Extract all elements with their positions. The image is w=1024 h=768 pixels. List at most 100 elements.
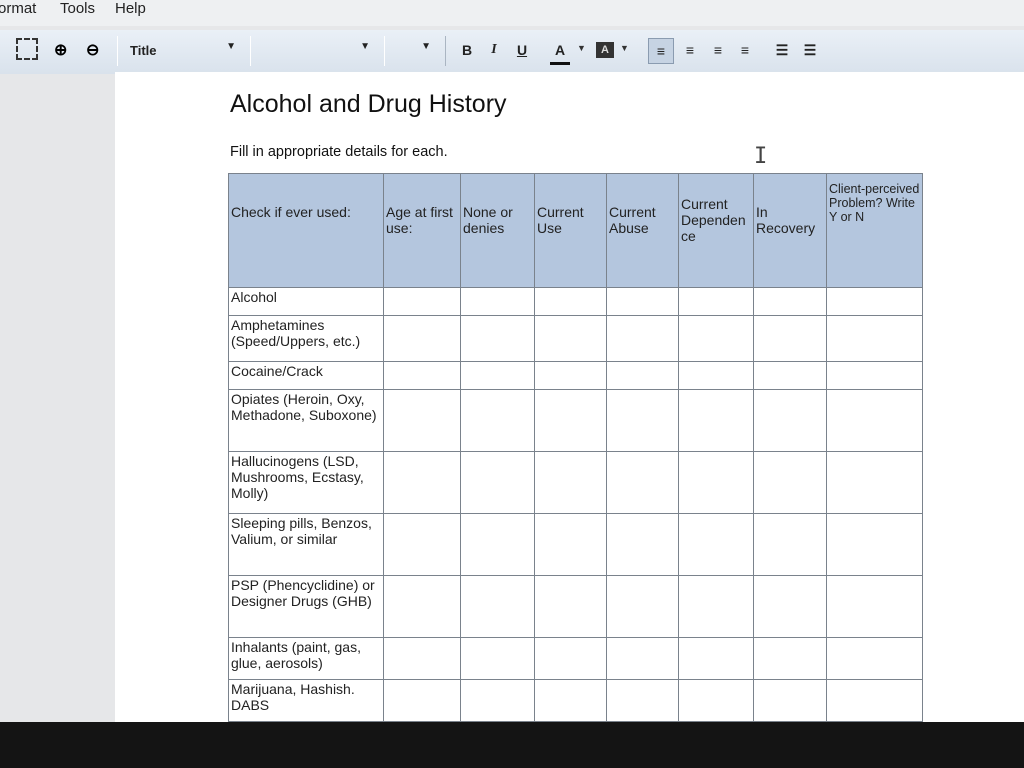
table-cell[interactable]: [460, 389, 535, 452]
table-cell[interactable]: [460, 361, 535, 390]
zoom-in-icon[interactable]: ⊕: [54, 40, 67, 60]
table-cell[interactable]: [753, 575, 827, 638]
bullet-list-icon[interactable]: ☰: [798, 38, 822, 62]
substance-name: Sleeping pills, Benzos, Valium, or simil…: [228, 513, 384, 576]
underline-button[interactable]: U: [510, 38, 534, 62]
table-cell[interactable]: [678, 389, 754, 452]
font-dropdown[interactable]: ▼: [250, 36, 385, 66]
table-cell[interactable]: [460, 679, 535, 722]
table-cell[interactable]: [383, 389, 461, 452]
align-center-icon[interactable]: ≡: [678, 38, 702, 62]
table-cell[interactable]: [460, 575, 535, 638]
table-cell[interactable]: [606, 679, 679, 722]
table-cell[interactable]: [606, 637, 679, 680]
font-color-button[interactable]: A: [550, 38, 570, 65]
chevron-down-icon[interactable]: ▼: [620, 43, 629, 53]
table-cell[interactable]: [383, 451, 461, 514]
highlight-button[interactable]: A: [596, 42, 614, 58]
table-cell[interactable]: [606, 451, 679, 514]
table-cell[interactable]: [678, 513, 754, 576]
table-cell[interactable]: [678, 287, 754, 316]
table-cell[interactable]: [383, 679, 461, 722]
table-cell[interactable]: [460, 287, 535, 316]
table-cell[interactable]: [678, 575, 754, 638]
chevron-down-icon[interactable]: ▼: [577, 43, 586, 53]
table-cell[interactable]: [606, 389, 679, 452]
frame-select-icon[interactable]: [16, 38, 38, 60]
document-page[interactable]: Alcohol and Drug History Fill in appropr…: [115, 72, 1024, 722]
align-right-icon[interactable]: ≡: [706, 38, 730, 62]
table-cell[interactable]: [460, 315, 535, 362]
table-cell[interactable]: [383, 361, 461, 390]
font-size-dropdown[interactable]: ▼: [384, 36, 446, 66]
drug-history-table[interactable]: Check if ever used: Age at first use: No…: [228, 173, 923, 722]
menu-tools[interactable]: Tools: [60, 0, 95, 17]
table-cell[interactable]: [606, 575, 679, 638]
header-in-recovery: In Recovery: [753, 173, 827, 288]
table-row: Opiates (Heroin, Oxy, Methadone, Suboxon…: [228, 389, 923, 452]
table-cell[interactable]: [383, 575, 461, 638]
chevron-down-icon: ▼: [421, 41, 431, 52]
table-cell[interactable]: [753, 315, 827, 362]
substance-name: Cocaine/Crack: [228, 361, 384, 390]
table-cell[interactable]: [678, 451, 754, 514]
substance-name: Hallucinogens (LSD, Mushrooms, Ecstasy, …: [228, 451, 384, 514]
table-cell[interactable]: [383, 315, 461, 362]
table-cell[interactable]: [534, 389, 607, 452]
table-cell[interactable]: [826, 361, 923, 390]
align-justify-icon[interactable]: ≡: [733, 38, 757, 62]
substance-name: Amphetamines (Speed/Uppers, etc.): [228, 315, 384, 362]
table-cell[interactable]: [460, 637, 535, 680]
table-cell[interactable]: [753, 513, 827, 576]
table-cell[interactable]: [383, 513, 461, 576]
table-cell[interactable]: [534, 451, 607, 514]
table-cell[interactable]: [678, 315, 754, 362]
table-cell[interactable]: [753, 451, 827, 514]
table-cell[interactable]: [606, 315, 679, 362]
table-cell[interactable]: [460, 513, 535, 576]
table-cell[interactable]: [383, 637, 461, 680]
table-cell[interactable]: [383, 287, 461, 316]
zoom-out-icon[interactable]: ⊖: [86, 40, 99, 60]
table-row: Alcohol: [228, 287, 923, 316]
italic-button[interactable]: I: [482, 38, 506, 62]
table-cell[interactable]: [826, 679, 923, 722]
table-cell[interactable]: [678, 361, 754, 390]
table-cell[interactable]: [826, 513, 923, 576]
table-row: Marijuana, Hashish. DABS: [228, 679, 923, 722]
table-cell[interactable]: [753, 637, 827, 680]
table-cell[interactable]: [534, 679, 607, 722]
bold-button[interactable]: B: [455, 38, 479, 62]
table-cell[interactable]: [826, 287, 923, 316]
table-cell[interactable]: [753, 287, 827, 316]
table-cell[interactable]: [826, 389, 923, 452]
table-cell[interactable]: [606, 287, 679, 316]
header-current-use: Current Use: [534, 173, 607, 288]
table-cell[interactable]: [753, 389, 827, 452]
align-left-icon[interactable]: ≡: [648, 38, 674, 64]
table-cell[interactable]: [678, 637, 754, 680]
numbered-list-icon[interactable]: ☰: [770, 38, 794, 62]
table-cell[interactable]: [534, 315, 607, 362]
table-cell[interactable]: [826, 575, 923, 638]
table-cell[interactable]: [534, 513, 607, 576]
table-cell[interactable]: [826, 315, 923, 362]
table-cell[interactable]: [753, 361, 827, 390]
table-cell[interactable]: [460, 451, 535, 514]
table-cell[interactable]: [534, 361, 607, 390]
table-cell[interactable]: [606, 361, 679, 390]
table-cell[interactable]: [678, 679, 754, 722]
table-cell[interactable]: [534, 575, 607, 638]
table-cell[interactable]: [753, 679, 827, 722]
table-cell[interactable]: [826, 451, 923, 514]
style-value: Title: [130, 43, 157, 58]
table-cell[interactable]: [534, 287, 607, 316]
table-cell[interactable]: [826, 637, 923, 680]
table-cell[interactable]: [534, 637, 607, 680]
table-cell[interactable]: [606, 513, 679, 576]
style-dropdown[interactable]: Title ▼: [117, 36, 251, 66]
table-header-row: Check if ever used: Age at first use: No…: [228, 173, 923, 288]
menu-format[interactable]: ormat: [0, 0, 36, 17]
substance-name: Opiates (Heroin, Oxy, Methadone, Suboxon…: [228, 389, 384, 452]
menu-help[interactable]: Help: [115, 0, 146, 17]
